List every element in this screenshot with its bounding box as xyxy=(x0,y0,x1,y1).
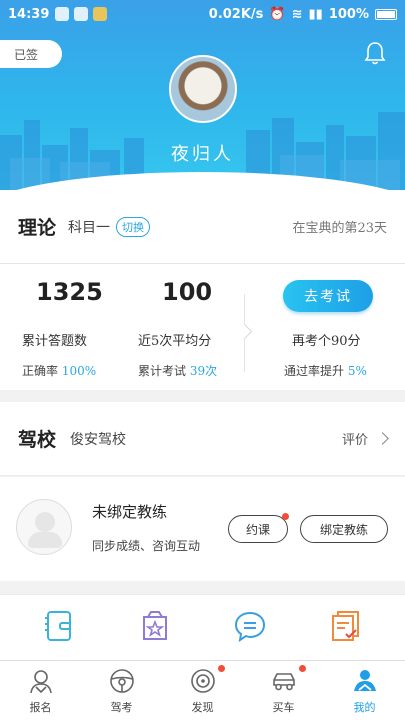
theory-card: 理论 科目一 切换 在宝典的第23天 1325 累计答题数 正确率 100% 1… xyxy=(0,190,405,390)
status-bar: 14:39 0.02K/s ⏰ ≋ ▮▮ 100% xyxy=(0,0,405,28)
steering-wheel-icon xyxy=(109,669,134,693)
book-lesson-badge-dot xyxy=(282,513,289,520)
profile-icon xyxy=(353,670,376,691)
message-icon[interactable] xyxy=(233,609,267,643)
theory-stats: 1325 累计答题数 正确率 100% 100 近5次平均分 累计考试 39次 … xyxy=(0,264,405,390)
go-exam-button[interactable]: 去考试 xyxy=(283,280,373,312)
coach-title: 未绑定教练 xyxy=(92,503,168,521)
nav-label-discover: 发现 xyxy=(191,701,214,714)
coach-avatar-placeholder xyxy=(16,499,72,555)
username: 夜归人 xyxy=(171,144,234,165)
accuracy-value: 100% xyxy=(61,364,97,378)
app-notification-icon xyxy=(93,7,108,21)
nav-label-buy-car: 买车 xyxy=(272,701,295,714)
pass-rate-label: 通过率提升 xyxy=(284,364,345,378)
school-title: 驾校 xyxy=(18,429,57,451)
notebook-icon[interactable] xyxy=(42,609,76,643)
profile-header: 14:39 0.02K/s ⏰ ≋ ▮▮ 100% 已签 夜归人 xyxy=(0,0,405,190)
nav-item-exam[interactable]: 驾考 xyxy=(81,661,162,720)
exam-hint-text: 再考个90分 xyxy=(292,334,361,349)
wifi-icon: ≋ xyxy=(291,6,303,22)
total-answers-value: 1325 xyxy=(36,278,103,306)
subject-label: 科目一 xyxy=(68,219,111,236)
total-answers-label: 累计答题数 xyxy=(22,334,88,349)
nav-item-discover[interactable]: 发现 xyxy=(162,661,243,720)
school-name: 俊安驾校 xyxy=(70,431,127,448)
favorites-icon[interactable] xyxy=(138,609,172,643)
signup-icon xyxy=(29,670,52,694)
pass-rate-value: 5% xyxy=(347,364,367,378)
nav-label-signup: 报名 xyxy=(29,701,52,714)
nav-item-profile[interactable]: 我的 xyxy=(324,661,405,720)
chevron-right-icon xyxy=(376,432,389,445)
accuracy-label: 正确率 xyxy=(22,364,59,378)
nav-label-exam: 驾考 xyxy=(110,701,133,714)
tools-row xyxy=(0,594,405,660)
status-time: 14:39 xyxy=(8,6,50,22)
car-icon xyxy=(272,673,295,691)
discover-icon xyxy=(190,669,215,693)
bind-coach-button[interactable]: 绑定教练 xyxy=(300,515,388,543)
switch-subject-button[interactable]: 切换 xyxy=(116,216,151,237)
exam-count-stat: 累计考试 39次 xyxy=(138,362,217,379)
book-lesson-button[interactable]: 约课 xyxy=(228,515,288,543)
discover-badge-dot xyxy=(218,665,225,672)
battery-percent: 100% xyxy=(328,6,369,22)
theory-header: 理论 科目一 切换 在宝典的第23天 xyxy=(0,190,405,264)
bell-icon[interactable] xyxy=(363,40,387,66)
signal-icon: ▮▮ xyxy=(308,6,323,22)
exam-count-value: 39次 xyxy=(189,364,218,378)
pass-rate-stat: 通过率提升 5% xyxy=(284,362,367,379)
accuracy-stat: 正确率 100% xyxy=(22,362,96,379)
sign-in-status-button[interactable]: 已签 xyxy=(0,40,62,68)
buy-car-badge-dot xyxy=(299,665,306,672)
nav-item-buy-car[interactable]: 买车 xyxy=(243,661,324,720)
nav-item-signup[interactable]: 报名 xyxy=(0,661,81,720)
battery-icon xyxy=(375,8,397,20)
average-score-value: 100 xyxy=(162,278,213,306)
coach-card: 未绑定教练 同步成绩、咨询互动 约课 绑定教练 xyxy=(0,477,405,581)
bottom-navigation: 报名 驾考 发现 买车 我的 xyxy=(0,660,405,720)
divider-arrow xyxy=(236,323,253,340)
network-speed: 0.02K/s xyxy=(208,6,264,22)
records-icon[interactable] xyxy=(329,609,363,643)
theory-title: 理论 xyxy=(18,217,57,239)
alarm-icon: ⏰ xyxy=(269,6,286,22)
notification-icon xyxy=(55,7,70,21)
driving-school-row[interactable]: 驾校 俊安驾校 评价 xyxy=(0,402,405,476)
shield-icon xyxy=(74,7,89,21)
exam-count-label: 累计考试 xyxy=(138,364,187,378)
user-avatar[interactable] xyxy=(169,55,237,123)
rate-label[interactable]: 评价 xyxy=(342,429,368,448)
days-in-app-text: 在宝典的第23天 xyxy=(292,221,387,236)
nav-label-profile: 我的 xyxy=(353,701,376,714)
average-score-label: 近5次平均分 xyxy=(138,334,212,349)
coach-subtitle: 同步成绩、咨询互动 xyxy=(92,539,201,553)
